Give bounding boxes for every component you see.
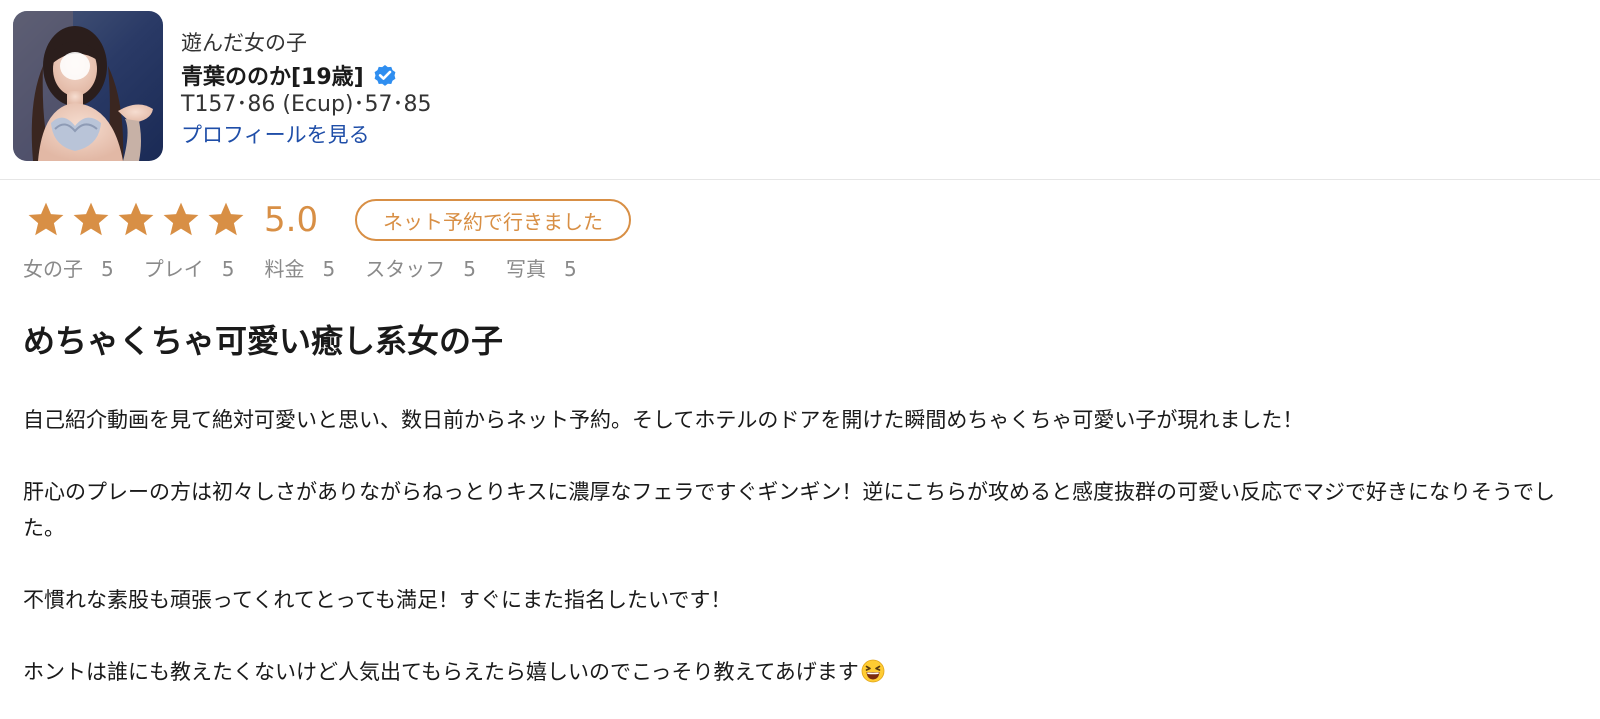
sub-rating-value: 5 xyxy=(463,257,476,281)
star-icon xyxy=(163,202,199,236)
review-paragraph-text: ホントは誰にも教えたくないけど人気出てもらえたら嬉しいのでこっそり教えてあげます xyxy=(23,660,859,684)
review-body: 自己紹介動画を見て絶対可愛いと思い、数日前からネット予約。そしてホテルのドアを開… xyxy=(23,402,1583,719)
verified-badge-icon xyxy=(374,65,396,86)
sub-rating-item: 写真 5 xyxy=(506,254,577,284)
sub-rating-value: 5 xyxy=(221,257,235,281)
sub-rating-item: 女の子 5 xyxy=(23,254,114,284)
sub-rating-value: 5 xyxy=(322,257,336,281)
grinning-squinting-face-icon xyxy=(861,659,885,683)
girl-name[interactable]: 青葉ののか[19歳] xyxy=(181,59,364,91)
sub-ratings: 女の子 5 プレイ 5 料金 5 スタッフ 5 写真 5 xyxy=(23,254,607,284)
girl-measurements: T157･86 (Ecup)･57･85 xyxy=(181,92,432,117)
overall-score: 5.0 xyxy=(264,200,319,240)
sub-rating-item: スタッフ 5 xyxy=(365,254,476,284)
sub-rating-label: 料金 xyxy=(264,257,305,281)
star-icon xyxy=(118,202,154,236)
girl-avatar[interactable] xyxy=(13,11,163,161)
girl-header: 遊んだ女の子 青葉ののか[19歳] T157･86 (Ecup)･57･85 プ… xyxy=(0,0,1600,180)
star-icon xyxy=(73,202,109,236)
played-girl-label: 遊んだ女の子 xyxy=(181,31,307,55)
avatar-photo xyxy=(13,11,163,161)
star-icon xyxy=(28,202,64,236)
star-icon xyxy=(208,202,244,236)
sub-rating-value: 5 xyxy=(563,257,577,281)
sub-rating-item: 料金 5 xyxy=(264,254,335,284)
review-paragraph: 不慣れな素股も頑張ってくれてとっても満足！すぐにまた指名したいです！ xyxy=(23,588,732,612)
girl-info: 遊んだ女の子 青葉ののか[19歳] T157･86 (Ecup)･57･85 プ… xyxy=(181,26,431,150)
view-profile-link[interactable]: プロフィールを見る xyxy=(181,120,370,150)
booking-method-badge: ネット予約で行きました xyxy=(355,199,631,241)
girl-name-row: 青葉ののか[19歳] xyxy=(181,60,431,90)
review-title: めちゃくちゃ可愛い癒し系女の子 xyxy=(23,322,504,360)
sub-rating-value: 5 xyxy=(101,257,114,281)
star-rating xyxy=(24,198,249,242)
sub-rating-label: プレイ xyxy=(143,257,204,281)
sub-rating-label: 女の子 xyxy=(23,257,83,281)
review-paragraph-last: ホントは誰にも教えたくないけど人気出てもらえたら嬉しいのでこっそり教えてあげます xyxy=(23,654,1583,690)
review-paragraph: 自己紹介動画を見て絶対可愛いと思い、数日前からネット予約。そしてホテルのドアを開… xyxy=(23,408,1304,432)
sub-rating-label: 写真 xyxy=(505,257,546,281)
review-paragraph: 肝心のプレーの方は初々しさがありながらねっとりキスに濃厚なフェラですぐギンギン！… xyxy=(23,480,1555,540)
sub-rating-label: スタッフ xyxy=(365,257,446,281)
sub-rating-item: プレイ 5 xyxy=(144,254,235,284)
overall-rating-row: 5.0 ネット予約で行きました xyxy=(24,198,631,242)
